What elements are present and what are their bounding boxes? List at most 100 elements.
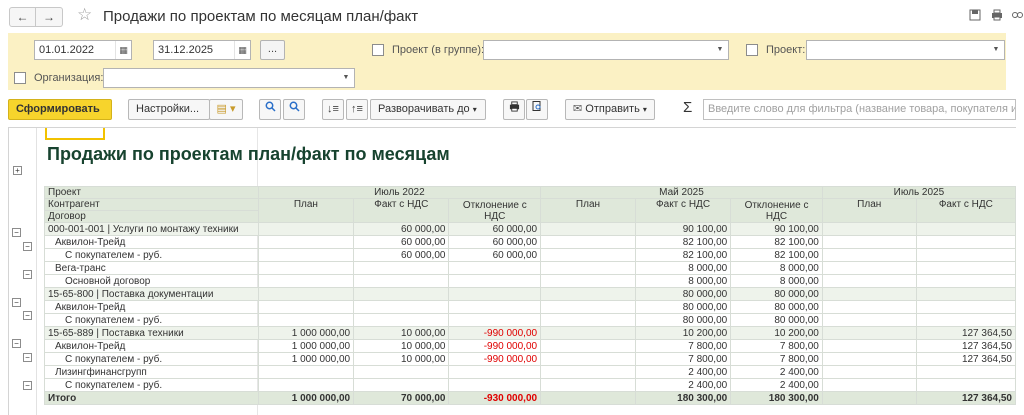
cell-j25-plan xyxy=(821,248,917,262)
row-label: Лизингфинансгрупп xyxy=(44,365,259,379)
save-icon[interactable] xyxy=(968,9,982,23)
send-icon: ✉ xyxy=(573,103,583,115)
print-icon[interactable] xyxy=(503,99,525,120)
cell-j25-plan xyxy=(821,391,917,405)
row-label: Итого xyxy=(44,391,259,405)
table-row[interactable]: С покупателем - руб. 80 000,00 80 000,00 xyxy=(44,313,1016,327)
cell-j25-plan xyxy=(821,378,917,392)
cell-m25-dev: 90 100,00 xyxy=(730,222,823,236)
cell-j25-plan xyxy=(821,365,917,379)
cell-m25-plan xyxy=(540,352,636,366)
cell-j25-fact: 127 364,50 xyxy=(915,339,1016,353)
table-row[interactable]: Вега-транс 8 000,00 8 000,00 xyxy=(44,261,1016,275)
date-from-field[interactable]: 01.01.2022 ▦ xyxy=(34,40,132,60)
send-button[interactable]: ✉ Отправить ▾ xyxy=(565,99,655,120)
cell-m25-dev: 7 800,00 xyxy=(730,339,823,353)
cell-j22-plan: 1 000 000,00 xyxy=(257,352,355,366)
generate-button[interactable]: Сформировать xyxy=(8,99,112,120)
period-select-button[interactable]: ... xyxy=(260,40,285,60)
print-icon[interactable] xyxy=(990,9,1004,23)
row-label: 15-65-800 | Поставка документации xyxy=(44,287,259,301)
link-icon[interactable] xyxy=(1010,9,1024,23)
sum-icon[interactable]: Σ xyxy=(683,99,692,116)
find-icon[interactable] xyxy=(259,99,281,120)
project-group-field[interactable]: ▼ xyxy=(483,40,729,60)
cell-m25-fact: 8 000,00 xyxy=(634,274,732,288)
calendar-icon[interactable]: ▦ xyxy=(234,41,250,59)
calendar-icon[interactable]: ▦ xyxy=(115,41,131,59)
cell-j22-fact: 70 000,00 xyxy=(353,391,450,405)
chevron-down-icon[interactable]: ▼ xyxy=(988,41,1004,59)
cell-m25-dev: 80 000,00 xyxy=(730,287,823,301)
collapse-group-icon[interactable]: − xyxy=(23,269,32,279)
back-button[interactable]: ← xyxy=(9,7,36,27)
table-row[interactable]: Аквилон-Трейд 60 000,00 60 000,00 82 100,00… xyxy=(44,235,1016,249)
project-checkbox[interactable] xyxy=(746,44,758,56)
table-row[interactable]: Основной договор 8 000,00 8 000,00 xyxy=(44,274,1016,288)
table-row[interactable]: С покупателем - руб. 2 400,00 2 400,00 xyxy=(44,378,1016,392)
table-row[interactable]: Лизингфинансгрупп 2 400,00 2 400,00 xyxy=(44,365,1016,379)
forward-button[interactable]: → xyxy=(36,7,63,27)
col-plan: План xyxy=(821,198,917,223)
collapse-group-icon[interactable]: − xyxy=(23,311,32,321)
cell-m25-fact: 2 400,00 xyxy=(634,365,732,379)
table-row[interactable]: С покупателем - руб. 60 000,00 60 000,00 82… xyxy=(44,248,1016,262)
variant-paste-icon[interactable]: ▤ ▾ xyxy=(209,99,243,120)
chevron-down-icon[interactable]: ▼ xyxy=(338,69,354,87)
sort-descending-icon[interactable]: ↓≡ xyxy=(322,99,344,120)
table-row[interactable]: 000-001-001 | Услуги по монтажу техники 6… xyxy=(44,222,1016,236)
preview-icon[interactable] xyxy=(526,99,548,120)
table-row[interactable]: Аквилон-Трейд 1 000 000,00 10 000,00 -990 0… xyxy=(44,339,1016,353)
title-bar: ← → ☆ Продажи по проектам по месяцам пла… xyxy=(0,0,1024,33)
project-field[interactable]: ▼ xyxy=(806,40,1005,60)
arrow-left-icon: ← xyxy=(16,10,29,24)
cell-j22-plan xyxy=(257,300,355,314)
date-to-field[interactable]: 31.12.2025 ▦ xyxy=(153,40,251,60)
cell-m25-plan xyxy=(540,222,636,236)
cell-m25-fact: 2 400,00 xyxy=(634,378,732,392)
sort-ascending-icon[interactable]: ↑≡ xyxy=(346,99,368,120)
organization-field[interactable]: ▼ xyxy=(103,68,355,88)
table-row[interactable]: 15-65-800 | Поставка документации 80 000,… xyxy=(44,287,1016,301)
favorite-star-icon[interactable]: ☆ xyxy=(77,5,92,25)
cell-m25-dev: 82 100,00 xyxy=(730,235,823,249)
report-table: Проект Июль 2022 Май 2025 Июль 2025 Конт… xyxy=(44,186,1016,405)
collapse-group-icon[interactable]: − xyxy=(12,228,21,237)
cell-j22-plan xyxy=(257,235,355,249)
total-row[interactable]: Итого 1 000 000,00 70 000,00 -930 000,00 180… xyxy=(44,391,1016,405)
row-label: Аквилон-Трейд xyxy=(44,339,259,353)
table-row[interactable]: Аквилон-Трейд 80 000,00 80 000,00 xyxy=(44,300,1016,314)
expand-to-button[interactable]: Разворачивать до ▾ xyxy=(370,99,486,120)
expand-all-icon[interactable]: + xyxy=(13,166,22,175)
period-header: Май 2025 xyxy=(540,186,823,199)
organization-checkbox[interactable] xyxy=(14,72,26,84)
settings-button[interactable]: Настройки... xyxy=(128,99,210,120)
project-group-checkbox[interactable] xyxy=(372,44,384,56)
cell-j25-plan xyxy=(821,313,917,327)
organization-label: Организация: xyxy=(34,72,104,84)
report-spreadsheet[interactable]: + Продажи по проектам план/факт по месяц… xyxy=(8,127,1016,415)
cell-j22-plan xyxy=(257,365,355,379)
cell-m25-fact: 90 100,00 xyxy=(634,222,732,236)
cell-j22-fact xyxy=(353,378,450,392)
table-row[interactable]: С покупателем - руб. 1 000 000,00 10 000,0… xyxy=(44,352,1016,366)
cell-j25-plan xyxy=(821,287,917,301)
find-next-icon[interactable] xyxy=(283,99,305,120)
cell-j22-fact: 10 000,00 xyxy=(353,339,450,353)
table-row[interactable]: 15-65-889 | Поставка техники 1 000 000,00… xyxy=(44,326,1016,340)
chevron-down-icon: ▾ xyxy=(472,105,477,114)
collapse-group-icon[interactable]: − xyxy=(23,353,32,363)
collapse-group-icon[interactable]: − xyxy=(23,241,32,251)
cell-j25-fact xyxy=(915,248,1016,262)
cell-j25-plan xyxy=(821,300,917,314)
cell-j25-plan xyxy=(821,261,917,275)
cell-m25-plan xyxy=(540,235,636,249)
cell-m25-fact: 80 000,00 xyxy=(634,313,732,327)
collapse-group-icon[interactable]: − xyxy=(12,297,21,307)
chevron-down-icon[interactable]: ▼ xyxy=(712,41,728,59)
header-project: Проект xyxy=(44,186,259,199)
collapse-group-icon[interactable]: − xyxy=(12,339,21,349)
collapse-group-icon[interactable]: − xyxy=(23,380,32,390)
cell-m25-dev: 7 800,00 xyxy=(730,352,823,366)
filter-search-input[interactable]: Введите слово для фильтра (название това… xyxy=(703,99,1016,120)
